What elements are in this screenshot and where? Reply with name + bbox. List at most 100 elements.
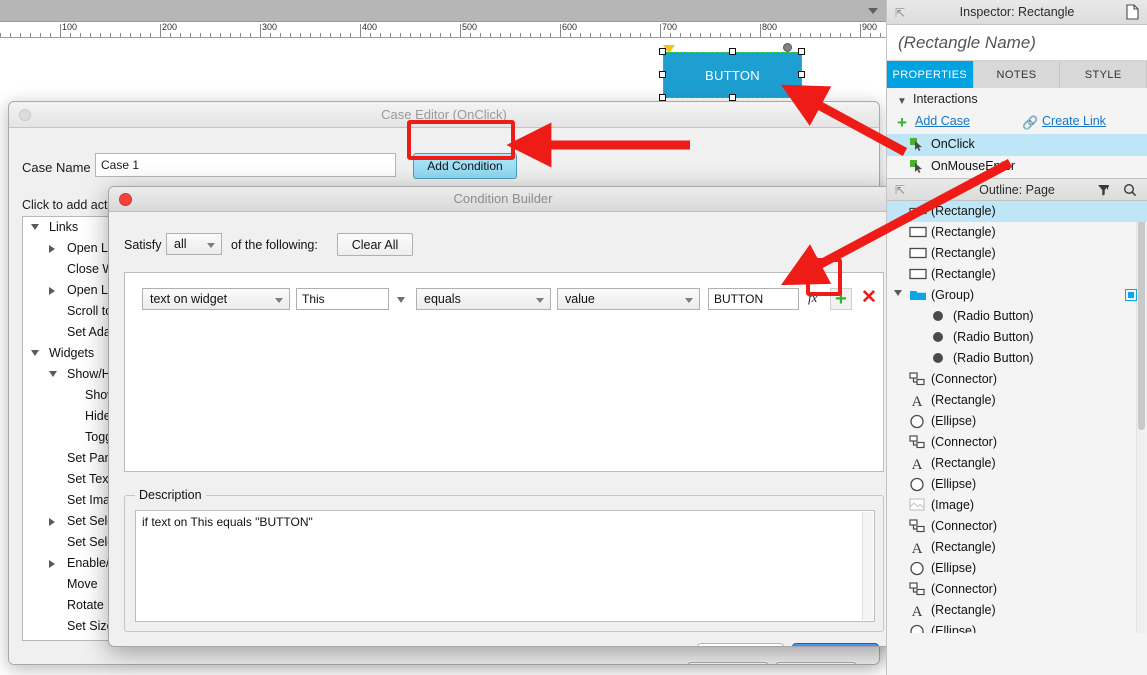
letter-a-icon: A (909, 393, 925, 411)
chevron-down-icon[interactable] (397, 297, 405, 303)
outline-item[interactable]: (Ellipse) (887, 558, 1147, 579)
resize-handle[interactable] (659, 71, 666, 78)
outline-item[interactable]: A (Rectangle) (887, 537, 1147, 558)
ruler-tick (730, 33, 731, 37)
condition-builder-ok-button[interactable]: OK (792, 643, 879, 646)
resize-handle[interactable] (798, 71, 805, 78)
outline-item[interactable]: (Radio Button) (887, 327, 1147, 348)
tab-properties[interactable]: PROPERTIES (887, 61, 974, 88)
chevron-down-icon[interactable] (894, 290, 902, 296)
cursor-icon (910, 138, 924, 155)
outline-item[interactable]: (Image) (887, 495, 1147, 516)
create-link-link[interactable]: Create Link (1042, 114, 1106, 128)
condition-value-input[interactable]: BUTTON (708, 288, 799, 310)
remove-condition-row-button[interactable]: ✕ (861, 286, 877, 309)
case-editor-titlebar[interactable]: Case Editor (OnClick) (9, 102, 879, 128)
chevron-down-icon[interactable] (49, 371, 57, 377)
tab-notes[interactable]: NOTES (973, 61, 1061, 88)
satisfy-select[interactable]: all (166, 233, 222, 255)
ruler-tick (370, 33, 371, 37)
tab-style[interactable]: STYLE (1060, 61, 1147, 88)
condition-builder-titlebar[interactable]: Condition Builder (109, 187, 897, 212)
interactions-section-header[interactable]: ▼ Interactions (887, 88, 1147, 111)
description-textarea[interactable]: if text on This equals "BUTTON" (135, 510, 875, 622)
outline-item[interactable]: (Rectangle) (887, 222, 1147, 243)
case-editor-cancel-button[interactable]: Cancel (687, 662, 769, 664)
outline-item[interactable]: (Connector) (887, 369, 1147, 390)
action-tree-item-label: Hide (85, 409, 111, 423)
chevron-down-icon[interactable] (31, 224, 39, 230)
outline-item[interactable]: (Rectangle) (887, 264, 1147, 285)
search-icon[interactable] (1123, 183, 1137, 200)
resize-handle[interactable] (659, 48, 666, 55)
letter-a-icon: A (909, 540, 925, 558)
outline-item[interactable]: (Radio Button) (887, 306, 1147, 327)
link-chain-icon: 🔗 (1022, 115, 1039, 130)
fx-button[interactable]: fx (808, 290, 817, 306)
rotate-handle[interactable] (783, 43, 792, 52)
outline-item[interactable]: A (Rectangle) (887, 600, 1147, 621)
resize-handle[interactable] (798, 94, 805, 101)
chevron-right-icon[interactable] (49, 287, 55, 295)
outline-item[interactable]: A (Rectangle) (887, 453, 1147, 474)
page-icon[interactable] (1126, 4, 1139, 23)
event-row-onmouseenter[interactable]: OnMouseEnter (887, 156, 1147, 178)
outline-item[interactable]: (Rectangle) (887, 243, 1147, 264)
case-editor-title: Case Editor (OnClick) (381, 107, 507, 122)
ruler-tick (410, 33, 411, 37)
filter-icon[interactable] (1097, 183, 1111, 200)
outline-item[interactable]: (Ellipse) (887, 621, 1147, 633)
outline-item[interactable]: (Ellipse) (887, 411, 1147, 432)
outline-item[interactable]: (Connector) (887, 516, 1147, 537)
outline-item[interactable]: (Group) (887, 285, 1147, 306)
outline-item[interactable]: (Radio Button) (887, 348, 1147, 369)
outline-item[interactable]: A (Rectangle) (887, 390, 1147, 411)
ruler-tick (640, 33, 641, 37)
add-case-link[interactable]: Add Case (915, 114, 970, 128)
condition-comparison-select[interactable]: equals (416, 288, 551, 310)
case-editor-ok-button[interactable]: OK (775, 662, 857, 664)
condition-subject-select[interactable]: text on widget (142, 288, 290, 310)
outline-item[interactable]: (Connector) (887, 432, 1147, 453)
ruler-label: 400 (362, 22, 378, 32)
outline-list[interactable]: (Rectangle) (Rectangle) (Rectangle) (Rectan… (887, 201, 1147, 633)
condition-value-type-select[interactable]: value (557, 288, 700, 310)
ruler-tick (480, 33, 481, 37)
case-name-input[interactable]: Case 1 (95, 153, 396, 177)
ruler-label: 100 (62, 22, 78, 32)
chevron-right-icon[interactable] (49, 560, 55, 568)
ruler-tick (620, 33, 621, 37)
resize-handle[interactable] (659, 94, 666, 101)
satisfy-select-value: all (174, 237, 187, 251)
group-badge-icon[interactable] (1125, 289, 1137, 301)
chevron-right-icon[interactable] (49, 518, 55, 526)
chevron-down-icon[interactable] (31, 350, 39, 356)
condition-builder-title: Condition Builder (453, 191, 553, 206)
clear-all-button[interactable]: Clear All (337, 233, 413, 256)
rectangle-icon (909, 267, 927, 284)
condition-target-input[interactable]: This (296, 288, 389, 310)
resize-handle[interactable] (728, 94, 736, 101)
condition-builder-dialog[interactable]: Condition Builder Satisfy all of the fol… (108, 186, 898, 647)
ruler-tick (740, 33, 741, 37)
chevron-down-icon[interactable] (868, 8, 878, 14)
outline-item[interactable]: (Rectangle) (887, 201, 1147, 222)
object-name-field[interactable]: (Rectangle Name) (887, 25, 1147, 61)
resize-handle[interactable] (728, 48, 736, 55)
condition-builder-cancel-button[interactable]: Cancel (697, 643, 784, 646)
add-condition-row-button[interactable]: + (830, 288, 852, 310)
resize-handle[interactable] (798, 48, 805, 55)
outline-item[interactable]: (Connector) (887, 579, 1147, 600)
events-list[interactable]: OnClick OnMouseEnter (887, 134, 1147, 178)
outline-item[interactable]: (Ellipse) (887, 474, 1147, 495)
event-row-onclick[interactable]: OnClick (887, 134, 1147, 156)
chevron-right-icon[interactable] (49, 245, 55, 253)
ruler-tick (250, 33, 251, 37)
description-scrollbar[interactable] (862, 512, 873, 620)
canvas-button-widget[interactable]: BUTTON (663, 52, 802, 98)
ellipse-icon (909, 561, 925, 579)
add-condition-button[interactable]: Add Condition (413, 153, 517, 179)
action-tree-item-label: Rotate (67, 598, 104, 612)
inspector-tabs[interactable]: PROPERTIES NOTES STYLE (887, 61, 1147, 88)
ruler-tick (240, 33, 241, 37)
